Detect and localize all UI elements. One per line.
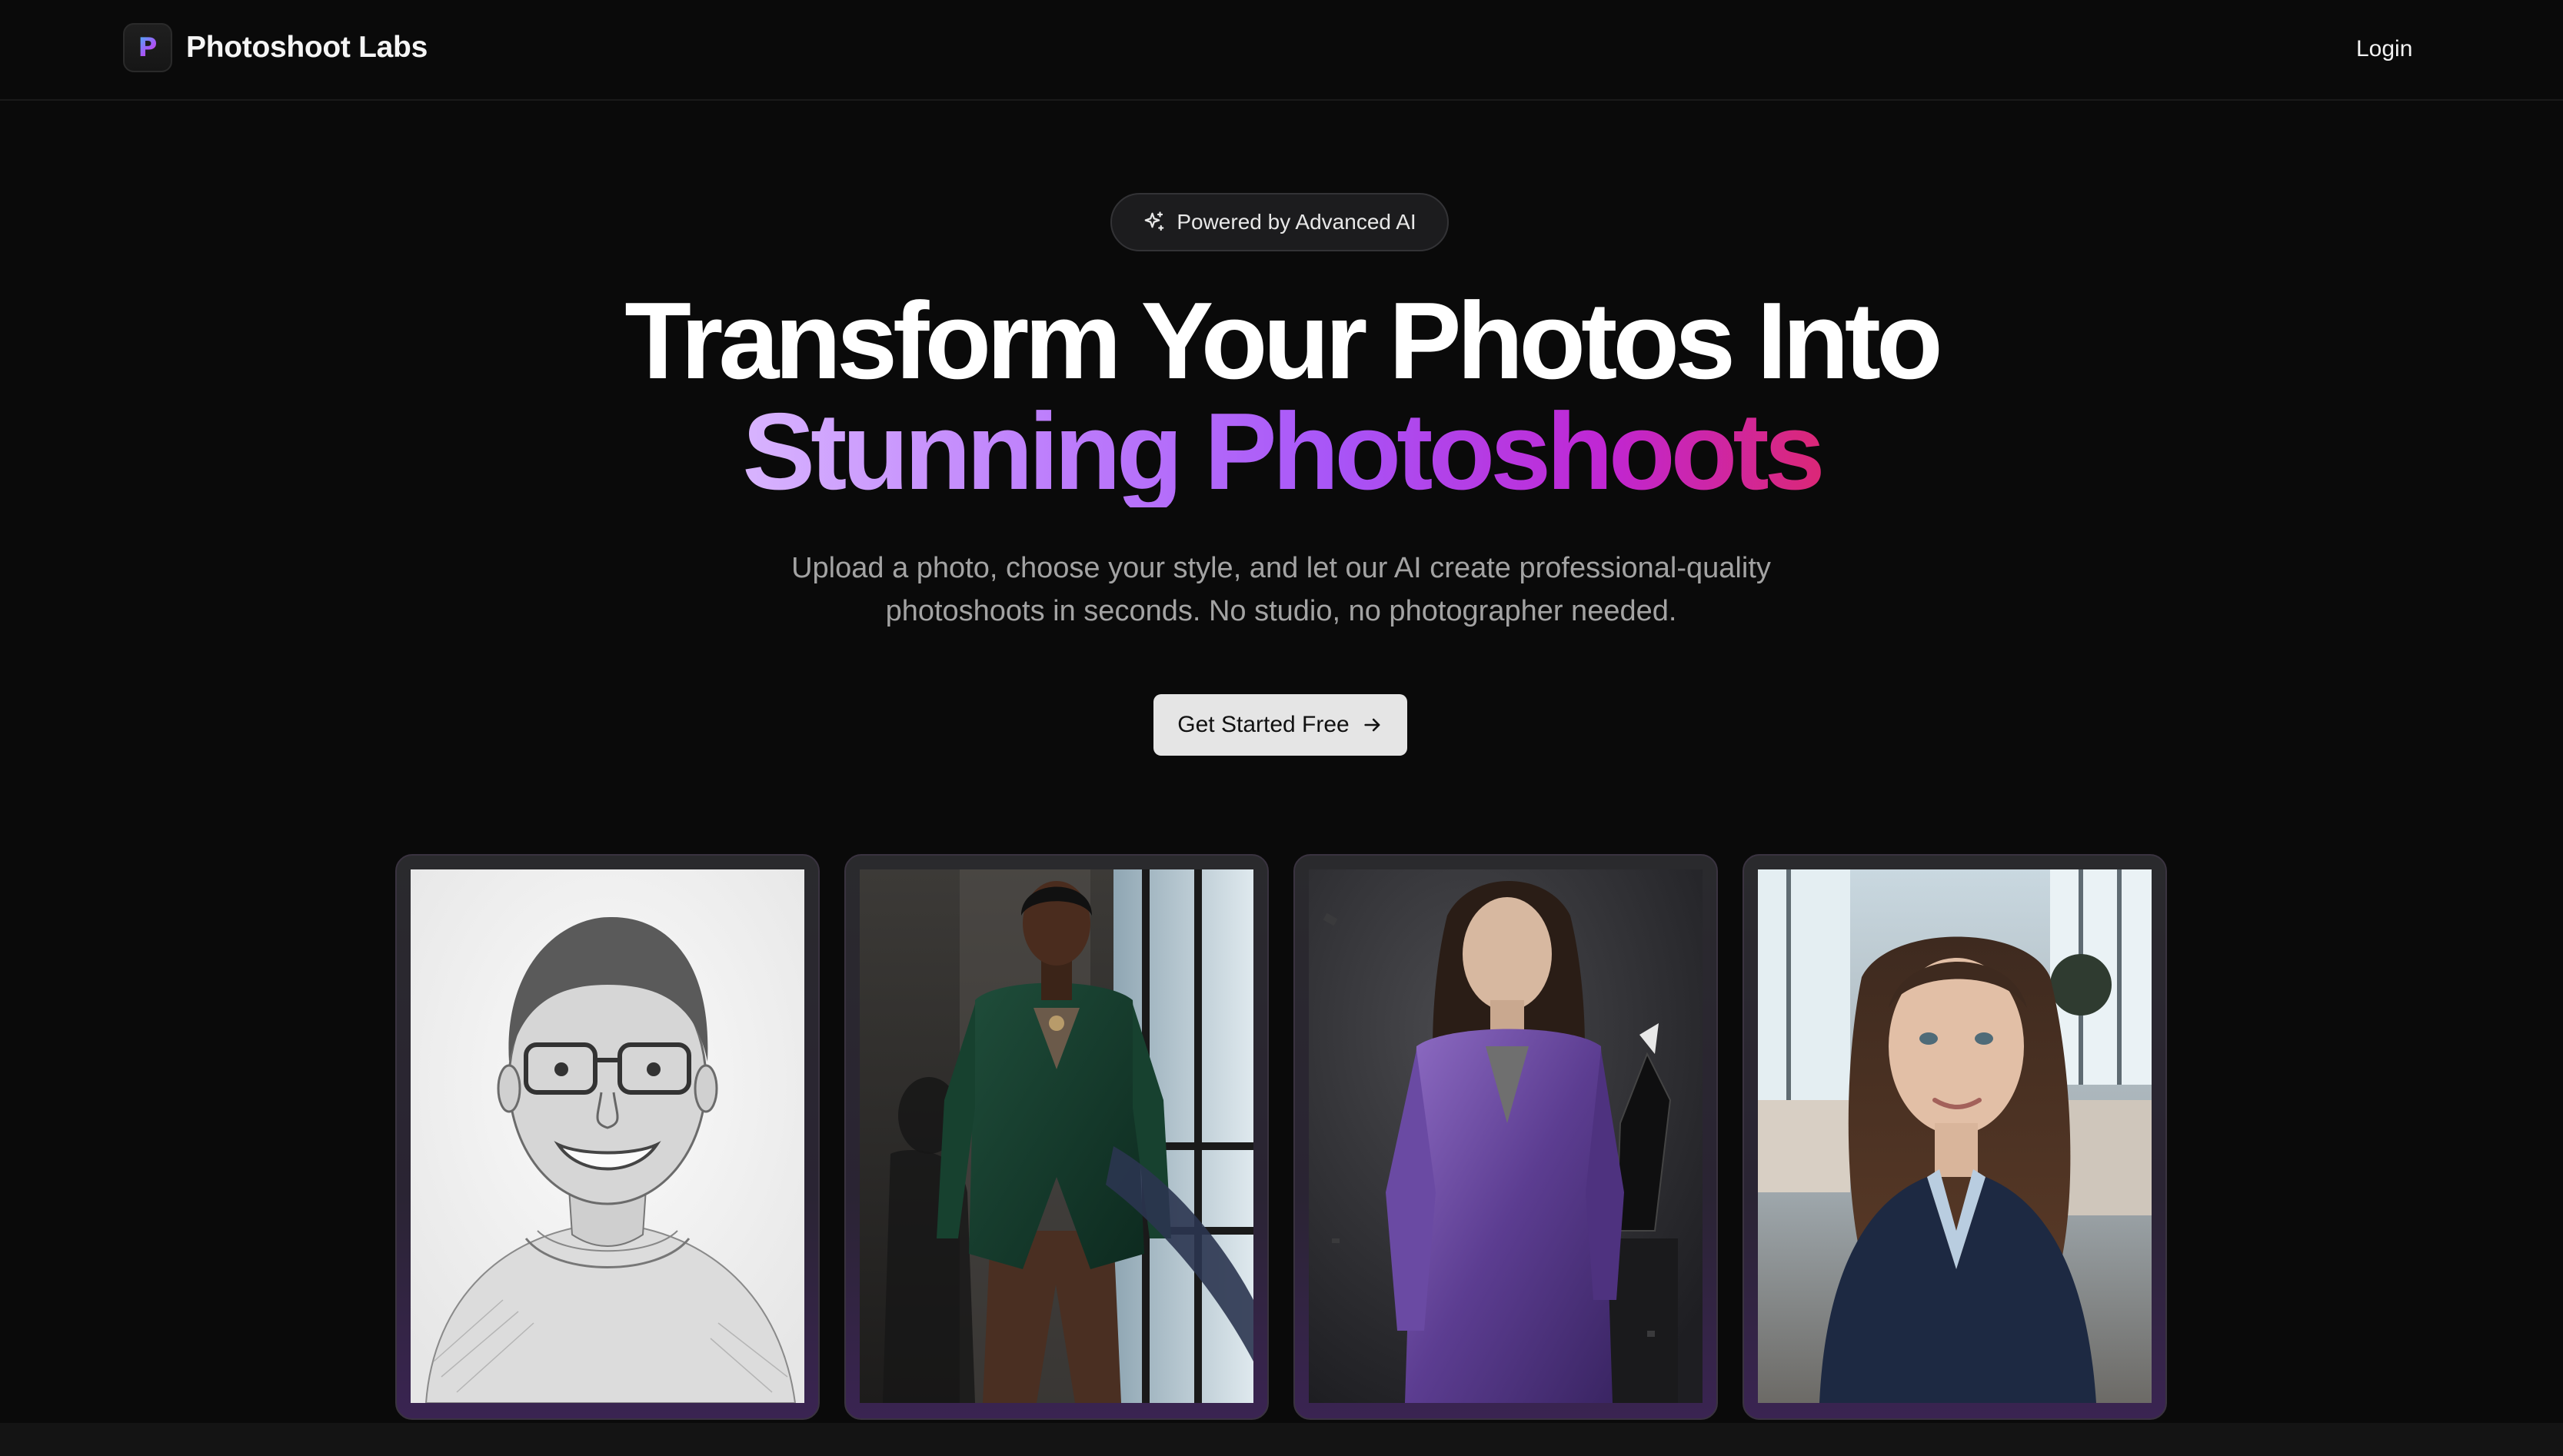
gallery-card-headshot[interactable] <box>1743 854 2167 1420</box>
gallery-card-fashion-purple[interactable] <box>1293 854 1718 1420</box>
bottom-strip <box>0 1423 2563 1456</box>
sparkles-icon <box>1144 211 1164 231</box>
site-header: P Photoshoot Labs Login <box>0 0 2563 101</box>
get-started-button[interactable]: Get Started Free <box>1153 694 1407 756</box>
hero-headline: Transform Your Photos Into Stunning Phot… <box>0 286 2563 507</box>
gallery-card-fashion-green[interactable] <box>844 854 1269 1420</box>
badge-text: Powered by Advanced AI <box>1177 210 1416 234</box>
brand-logo-link[interactable]: P Photoshoot Labs <box>123 23 428 72</box>
office-headshot-image <box>1758 869 2152 1403</box>
sketch-portrait-image <box>411 869 804 1403</box>
subtitle-line-1: Upload a photo, choose your style, and l… <box>791 552 1771 584</box>
logo-letter: P <box>138 32 158 63</box>
headline-line-2-gradient: Stunning Photoshoots <box>742 391 1825 513</box>
headline-line-1: Transform Your Photos Into <box>624 280 1943 402</box>
fashion-green-image <box>860 869 1253 1403</box>
ai-badge: Powered by Advanced AI <box>1110 193 1449 251</box>
logo-icon: P <box>123 23 172 72</box>
hero-subtitle: Upload a photo, choose your style, and l… <box>704 547 1858 633</box>
subtitle-line-2: photoshoots in seconds. No studio, no ph… <box>885 595 1677 627</box>
arrow-right-icon <box>1364 718 1380 732</box>
brand-name: Photoshoot Labs <box>186 31 428 64</box>
fashion-purple-image <box>1309 869 1703 1403</box>
login-button[interactable]: Login <box>2338 29 2431 69</box>
cta-label: Get Started Free <box>1177 712 1350 737</box>
gallery-card-sketch[interactable] <box>395 854 820 1420</box>
